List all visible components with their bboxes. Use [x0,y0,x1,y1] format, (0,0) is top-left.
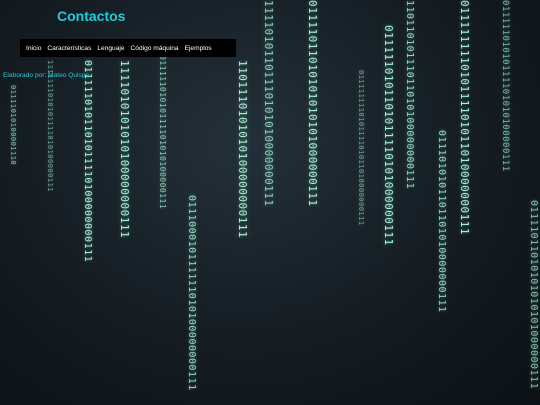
binary-stream: 011111111010111101011010000000111 [458,0,471,236]
binary-stream: 01111101010111101010100000111 [158,55,167,210]
nav-item-ejemplos[interactable]: Ejemplos [182,45,215,52]
binary-stream: 1111010101010100000000111 [118,60,131,239]
nav-item-caracteristicas[interactable]: Características [44,45,94,52]
binary-stream: 0111010101101101010000000111 [436,130,447,313]
nav-item-inicio[interactable]: Inicio [23,45,44,52]
binary-stream: 011100010111111010100000000111 [186,195,197,391]
binary-stream: 1111111010101111010100000111 [46,60,54,193]
binary-stream: 01111011010101010101000000111 [528,200,539,390]
binary-stream: 01111010100001110 [9,85,17,166]
main-nav: Inicio Características Lenguaje Código m… [20,39,236,57]
binary-stream: 0111110101101011110101000000111 [382,25,395,246]
nav-item-codigo-maquina[interactable]: Código máquina [128,45,182,52]
binary-stream: 01111011010101010101000000111 [306,0,319,207]
binary-stream: 011111111010111101011010000000111 [357,70,365,226]
page-title: Contactos [57,8,126,24]
binary-stream: 11110101101110101010000000111 [262,0,275,207]
nav-item-lenguaje[interactable]: Lenguaje [94,45,127,52]
binary-rain-background: 01111010100001110 1111111010101111010100… [0,0,540,405]
binary-stream: 11011010111011010100000000111 [404,0,415,190]
author-credit: Elaborado por: Mateo Quispe [3,72,90,79]
binary-stream: 1101110101010100000000111 [236,60,249,239]
binary-stream: 0111110101101011110100000000111 [82,60,93,263]
binary-stream: 01111101010111101010100000111 [500,0,510,172]
